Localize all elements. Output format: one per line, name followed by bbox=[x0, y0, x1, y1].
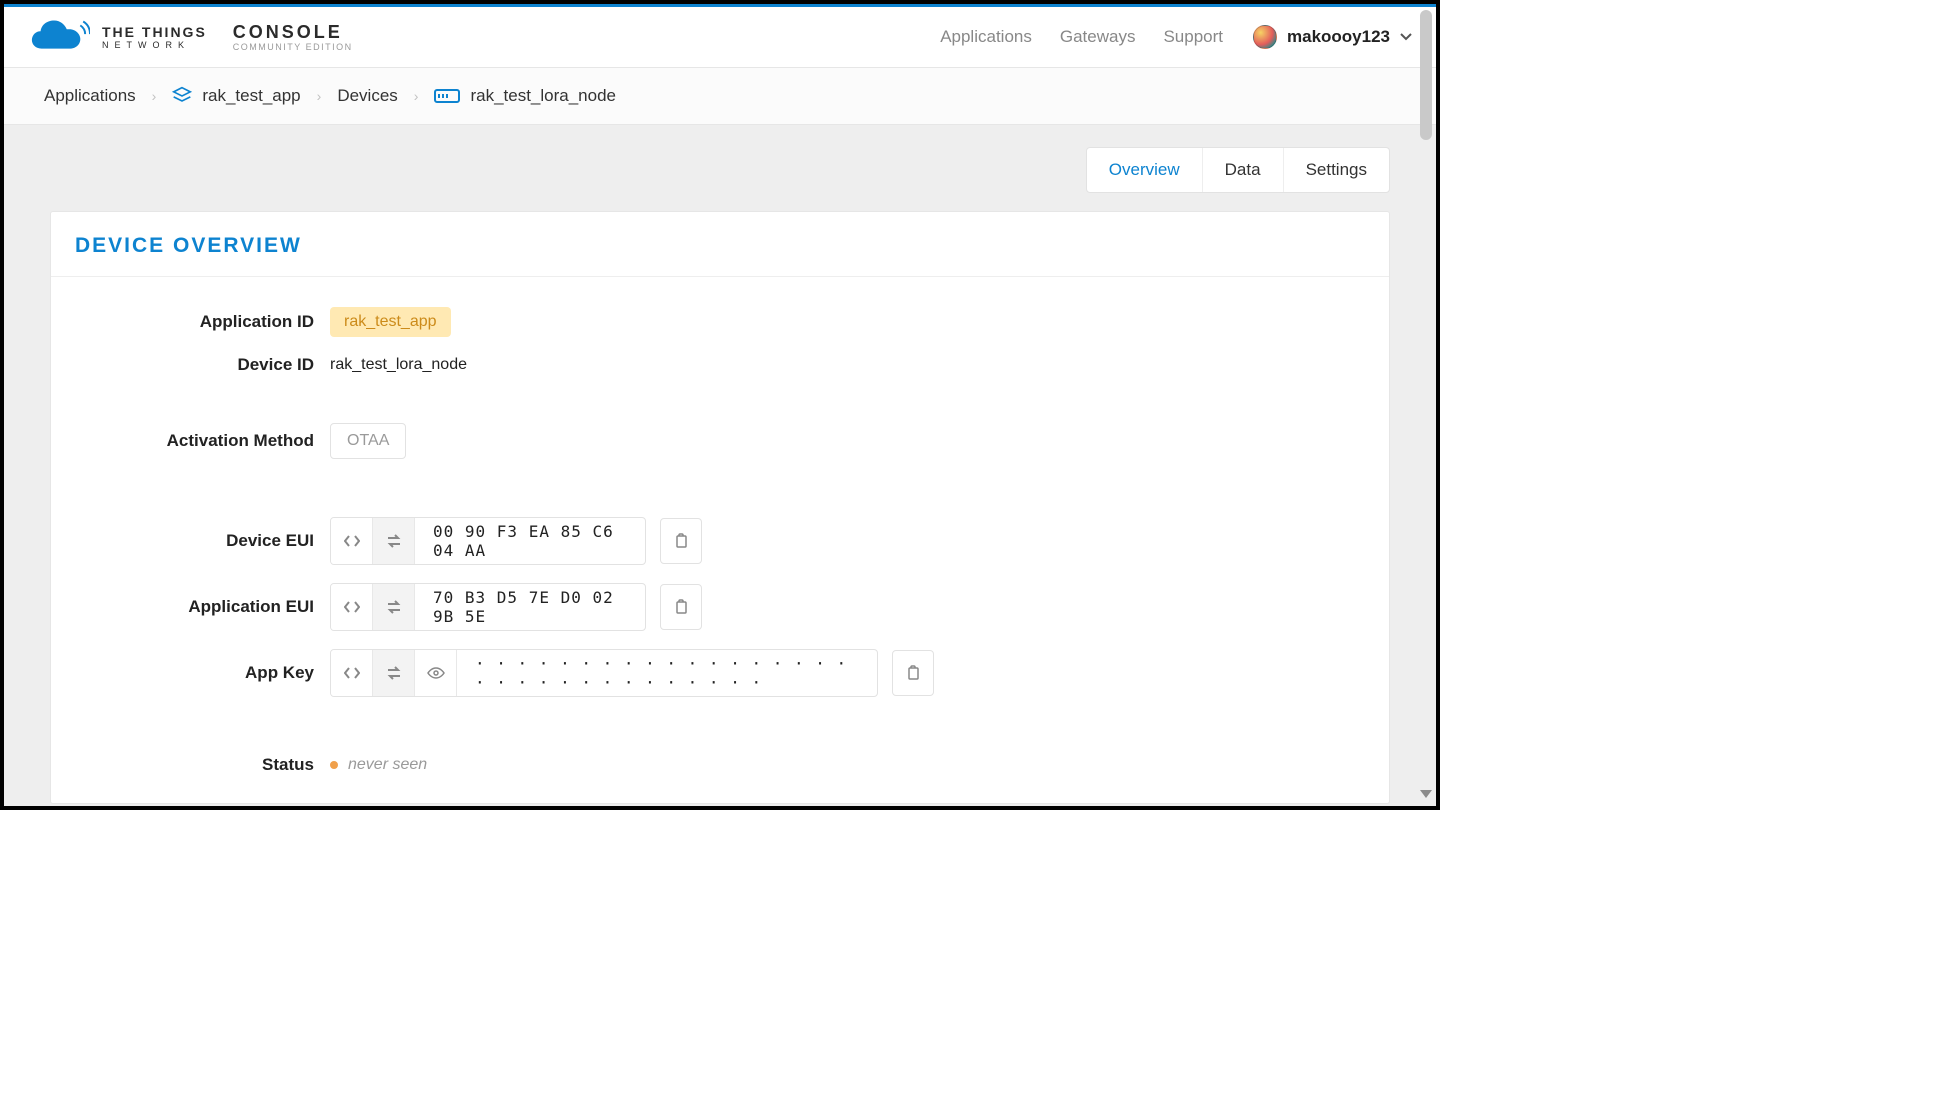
nav-applications[interactable]: Applications bbox=[940, 27, 1032, 47]
bc-device[interactable]: rak_test_lora_node bbox=[434, 86, 616, 106]
tab-overview[interactable]: Overview bbox=[1087, 148, 1203, 192]
card-title: DEVICE OVERVIEW bbox=[75, 234, 1365, 258]
swap-bytes-button[interactable] bbox=[373, 518, 415, 564]
device-overview-card: DEVICE OVERVIEW Application ID rak_test_… bbox=[50, 211, 1390, 804]
label-status: Status bbox=[75, 755, 330, 775]
header: THE THINGS NETWORK CONSOLE COMMUNITY EDI… bbox=[4, 7, 1436, 68]
copy-application-eui-button[interactable] bbox=[660, 584, 702, 630]
toggle-format-button[interactable] bbox=[331, 518, 373, 564]
copy-device-eui-button[interactable] bbox=[660, 518, 702, 564]
bc-applications[interactable]: Applications bbox=[44, 86, 136, 106]
device-tabs: Overview Data Settings bbox=[1086, 147, 1390, 193]
console-text: CONSOLE COMMUNITY EDITION bbox=[233, 23, 353, 52]
device-icon bbox=[434, 87, 460, 105]
breadcrumb: Applications › rak_test_app › Devices › … bbox=[4, 68, 1436, 125]
brand-text: THE THINGS NETWORK bbox=[102, 25, 207, 50]
row-device-id: Device ID rak_test_lora_node bbox=[75, 355, 1365, 375]
tab-data[interactable]: Data bbox=[1203, 148, 1284, 192]
user-menu[interactable]: makoooy123 bbox=[1253, 25, 1412, 49]
row-activation-method: Activation Method OTAA bbox=[75, 423, 1365, 459]
chevron-right-icon: › bbox=[317, 88, 322, 104]
bc-app-label: rak_test_app bbox=[202, 86, 300, 106]
label-application-eui: Application EUI bbox=[75, 597, 330, 617]
console-line1: CONSOLE bbox=[233, 23, 353, 41]
cloud-icon bbox=[28, 17, 90, 57]
nav-support[interactable]: Support bbox=[1163, 27, 1223, 47]
row-device-eui: Device EUI 00 90 F3 EA 85 C6 04 AA bbox=[75, 517, 1365, 565]
application-eui-group: 70 B3 D5 7E D0 02 9B 5E bbox=[330, 583, 646, 631]
brand-logo[interactable]: THE THINGS NETWORK CONSOLE COMMUNITY EDI… bbox=[28, 17, 353, 57]
swap-bytes-button[interactable] bbox=[373, 584, 415, 630]
value-application-eui: 70 B3 D5 7E D0 02 9B 5E bbox=[415, 584, 645, 630]
bc-applications-label: Applications bbox=[44, 86, 136, 106]
bc-app[interactable]: rak_test_app bbox=[172, 86, 300, 106]
console-line2: COMMUNITY EDITION bbox=[233, 43, 353, 52]
row-app-key: App Key · · · · · · · bbox=[75, 649, 1365, 697]
scrollbar-thumb[interactable] bbox=[1420, 10, 1432, 140]
label-device-eui: Device EUI bbox=[75, 531, 330, 551]
label-application-id: Application ID bbox=[75, 312, 330, 332]
copy-app-key-button[interactable] bbox=[892, 650, 934, 696]
value-device-eui: 00 90 F3 EA 85 C6 04 AA bbox=[415, 518, 645, 564]
label-activation-method: Activation Method bbox=[75, 431, 330, 451]
row-application-eui: Application EUI 70 B3 D5 7E D0 02 9B 5E bbox=[75, 583, 1365, 631]
avatar bbox=[1253, 25, 1277, 49]
value-application-id[interactable]: rak_test_app bbox=[330, 307, 451, 337]
card-header: DEVICE OVERVIEW bbox=[51, 212, 1389, 277]
tab-settings[interactable]: Settings bbox=[1284, 148, 1389, 192]
value-activation-method: OTAA bbox=[330, 423, 406, 459]
toggle-format-button[interactable] bbox=[331, 584, 373, 630]
value-app-key: · · · · · · · · · · · · · · · · · · · · … bbox=[457, 650, 877, 696]
layers-icon bbox=[172, 86, 192, 106]
value-status: never seen bbox=[348, 756, 427, 774]
scrollbar-down-arrow-icon[interactable] bbox=[1420, 790, 1432, 798]
nav-gateways[interactable]: Gateways bbox=[1060, 27, 1136, 47]
label-app-key: App Key bbox=[75, 663, 330, 683]
chevron-right-icon: › bbox=[152, 88, 157, 104]
brand-line2: NETWORK bbox=[102, 41, 207, 50]
brand-line1: THE THINGS bbox=[102, 25, 207, 39]
bc-devices[interactable]: Devices bbox=[337, 86, 397, 106]
reveal-key-button[interactable] bbox=[415, 650, 457, 696]
bc-device-label: rak_test_lora_node bbox=[470, 86, 616, 106]
bc-devices-label: Devices bbox=[337, 86, 397, 106]
row-status: Status never seen bbox=[75, 755, 1365, 775]
header-nav: Applications Gateways Support bbox=[940, 27, 1223, 47]
username: makoooy123 bbox=[1287, 27, 1390, 47]
content-area: Overview Data Settings DEVICE OVERVIEW A… bbox=[4, 125, 1436, 810]
label-device-id: Device ID bbox=[75, 355, 330, 375]
row-application-id: Application ID rak_test_app bbox=[75, 307, 1365, 337]
value-device-id: rak_test_lora_node bbox=[330, 356, 467, 374]
chevron-right-icon: › bbox=[414, 88, 419, 104]
toggle-format-button[interactable] bbox=[331, 650, 373, 696]
chevron-down-icon bbox=[1400, 28, 1412, 46]
swap-bytes-button[interactable] bbox=[373, 650, 415, 696]
status-dot-icon bbox=[330, 761, 338, 769]
device-eui-group: 00 90 F3 EA 85 C6 04 AA bbox=[330, 517, 646, 565]
app-key-group: · · · · · · · · · · · · · · · · · · · · … bbox=[330, 649, 878, 697]
